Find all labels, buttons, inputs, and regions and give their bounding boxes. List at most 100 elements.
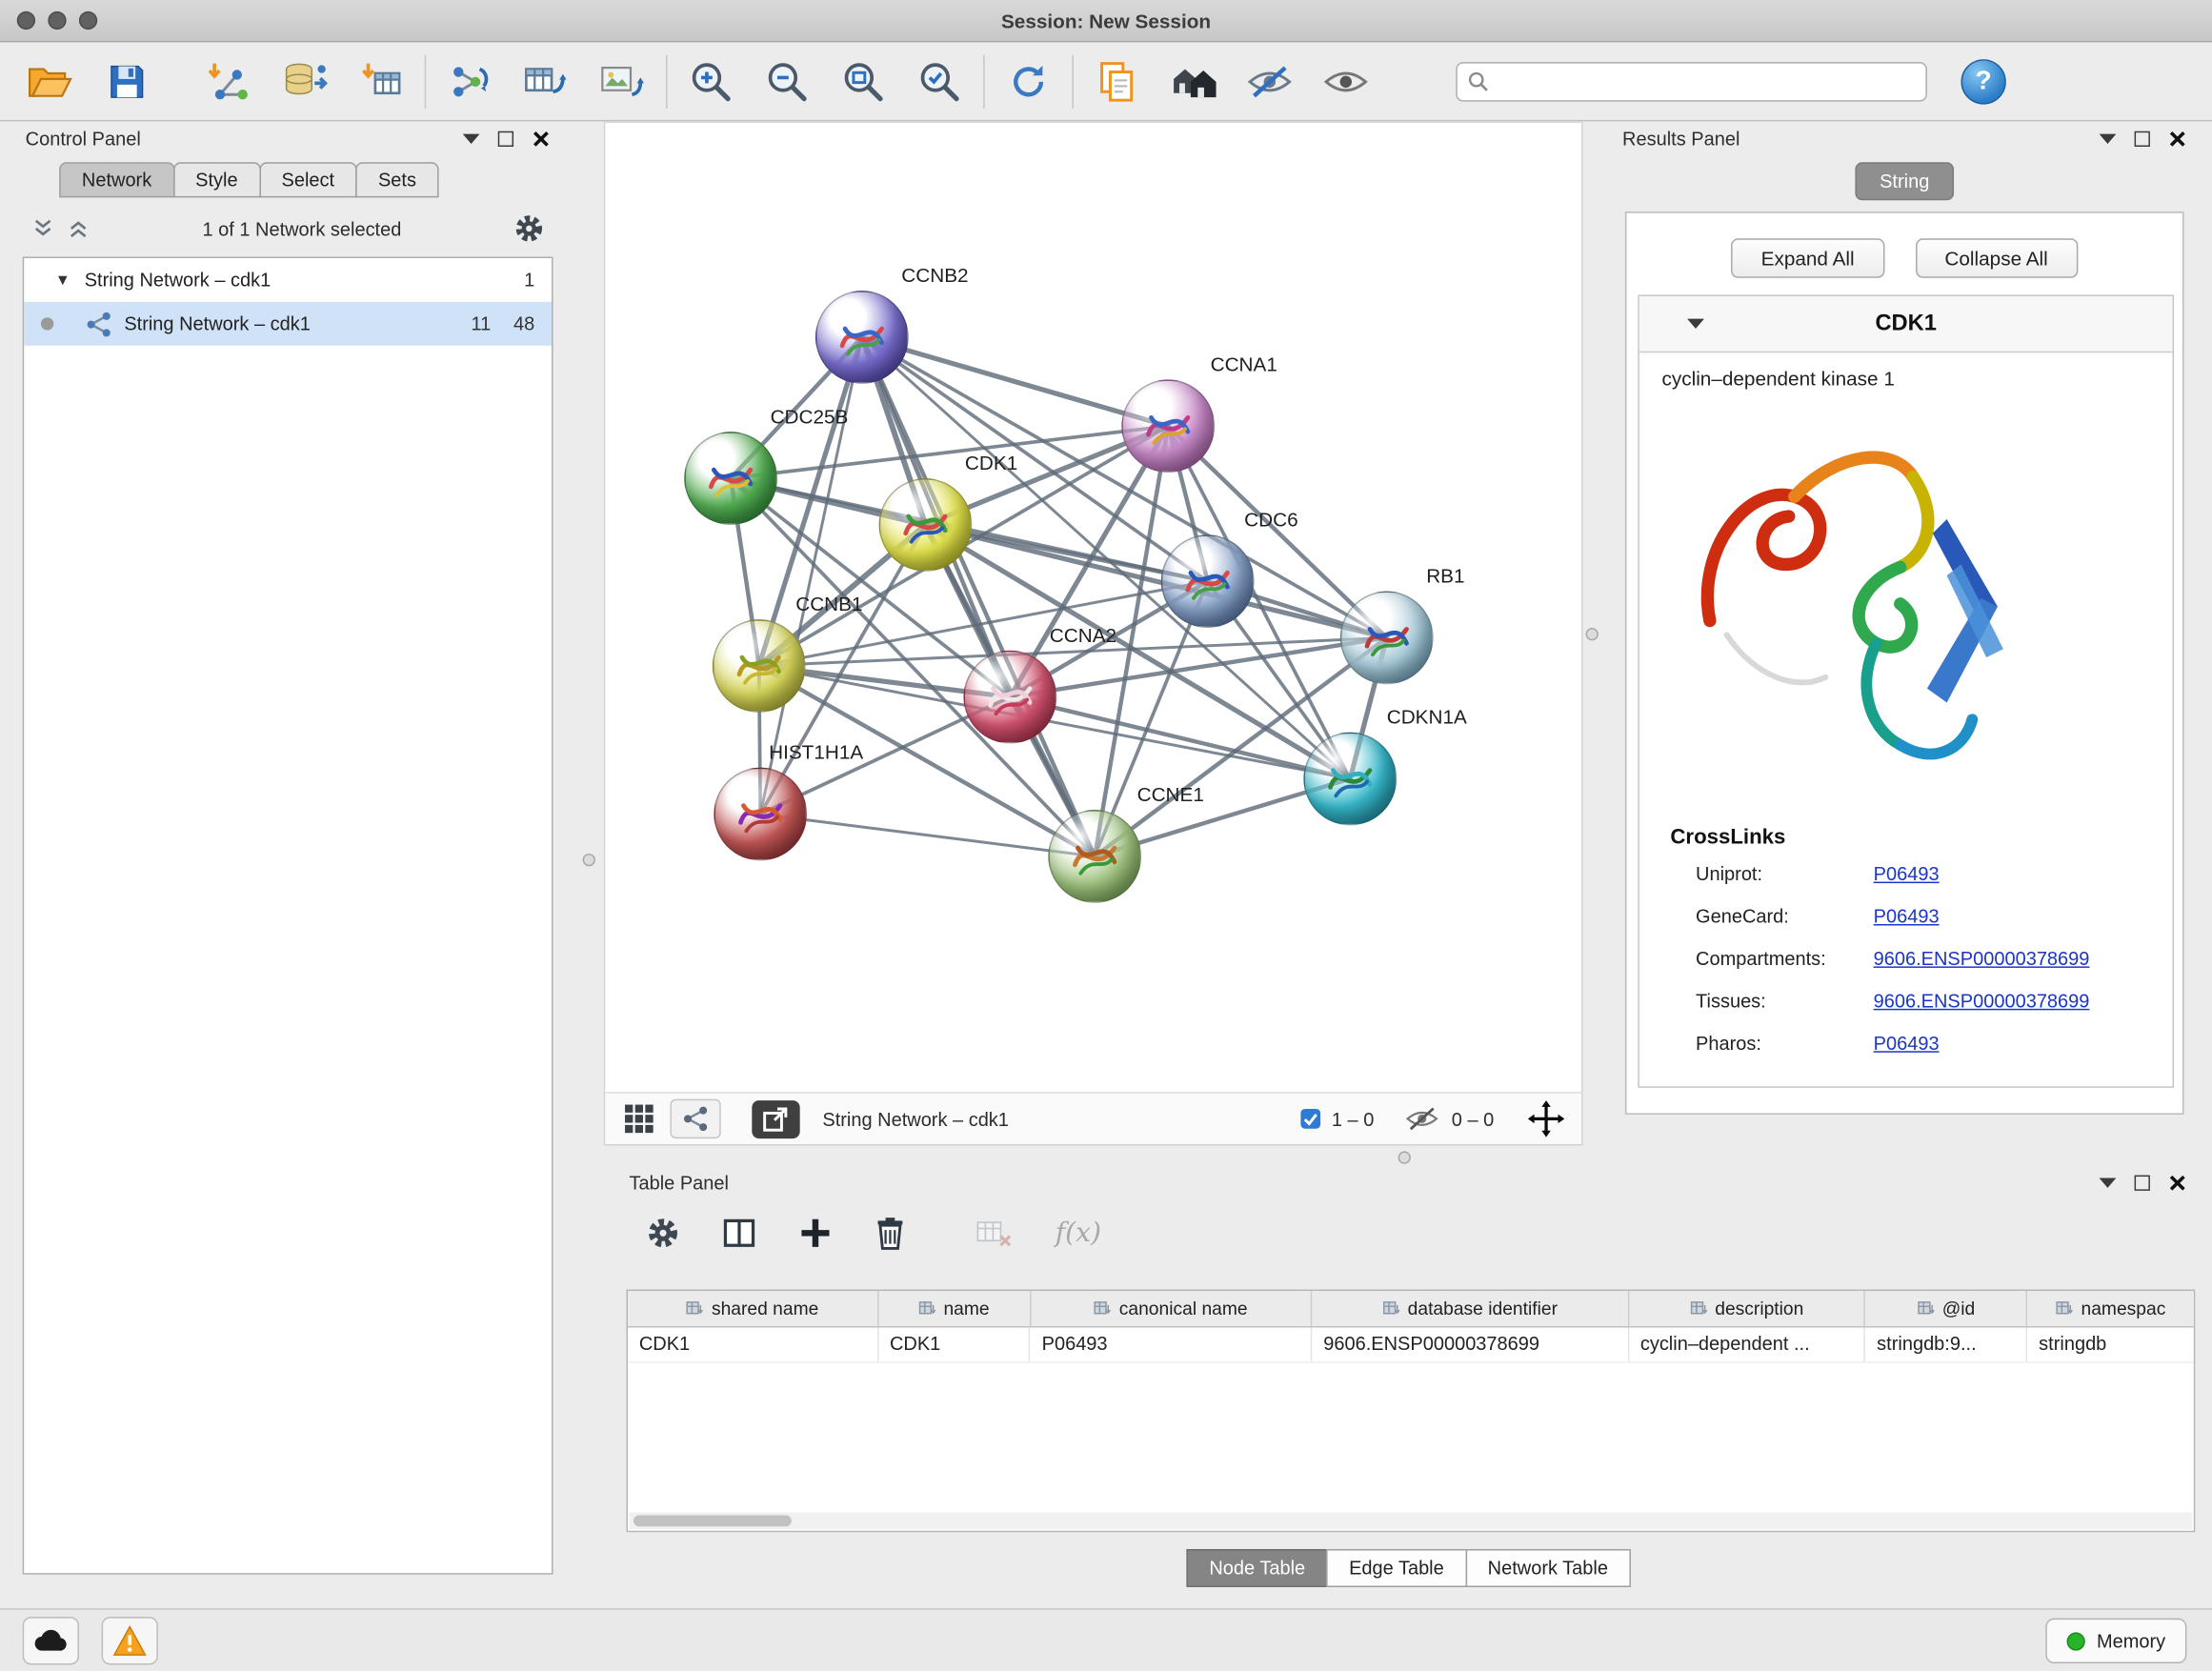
network-collection-row[interactable]: ▼ String Network – cdk1 1 [24, 258, 552, 302]
network-node-ccnb1[interactable] [713, 619, 806, 713]
horizontal-splitter-handle[interactable] [1398, 1151, 1411, 1163]
cloud-status-button[interactable] [23, 1617, 79, 1664]
refresh-view-button[interactable] [997, 50, 1059, 112]
zoom-selected-button[interactable] [909, 50, 971, 112]
pan-crosshair-icon[interactable] [1528, 1100, 1565, 1137]
expander-icon[interactable]: ▼ [55, 272, 70, 289]
show-columns-icon[interactable] [722, 1218, 756, 1249]
column-header[interactable]: shared name [628, 1291, 878, 1326]
zoom-in-button[interactable] [680, 50, 742, 112]
birds-eye-grid-icon[interactable] [622, 1102, 656, 1137]
panel-float-icon[interactable] [2135, 1175, 2150, 1190]
tab-string-results[interactable]: String [1856, 162, 1954, 200]
export-table-button[interactable] [515, 50, 577, 112]
copy-document-button[interactable] [1086, 50, 1148, 112]
column-header[interactable]: name [878, 1291, 1031, 1326]
table-row[interactable]: CDK1 CDK1 P06493 9606.ENSP00000378699 cy… [628, 1328, 2194, 1363]
table-horizontal-scrollbar[interactable] [629, 1513, 2192, 1530]
network-node-cdkn1a[interactable] [1303, 733, 1397, 826]
open-session-button[interactable] [20, 50, 82, 112]
collapse-all-button[interactable]: Collapse All [1915, 238, 2078, 277]
import-network-from-file-button[interactable] [197, 50, 259, 112]
cell-namespace[interactable]: stringdb [2027, 1328, 2193, 1362]
export-image-button[interactable] [591, 50, 653, 112]
network-node-ccnb2[interactable] [815, 291, 909, 384]
network-node-cdc6[interactable] [1161, 534, 1255, 628]
panel-collapse-icon[interactable] [463, 133, 480, 143]
vertical-splitter-handle[interactable] [583, 854, 595, 866]
table-gear-icon[interactable] [646, 1217, 680, 1251]
panel-collapse-icon[interactable] [2100, 133, 2117, 143]
expand-all-button[interactable]: Expand All [1732, 238, 1884, 277]
cell-shared-name[interactable]: CDK1 [628, 1328, 878, 1362]
network-node-hist1h1a[interactable] [714, 768, 807, 861]
network-node-rb1[interactable] [1340, 591, 1434, 684]
traffic-light-buttons[interactable] [17, 11, 97, 30]
tab-node-table[interactable]: Node Table [1187, 1549, 1328, 1587]
expand-all-tree-icon[interactable] [31, 217, 55, 240]
panel-float-icon[interactable] [498, 131, 513, 146]
network-canvas[interactable]: CCNB2CCNA1CDC25BCDK1CDC6RB1CCNB1CCNA2CDK… [605, 123, 1581, 1092]
import-table-from-file-button[interactable] [350, 50, 412, 112]
crosslink-genecard[interactable]: P06493 [1874, 906, 1940, 935]
show-elements-button[interactable] [1315, 50, 1377, 112]
new-network-button[interactable] [439, 50, 501, 112]
crosslink-compartments[interactable]: 9606.ENSP00000378699 [1874, 948, 2090, 976]
scrollbar-thumb[interactable] [633, 1515, 792, 1526]
warnings-button[interactable] [102, 1617, 158, 1664]
cell-database-identifier[interactable]: 9606.ENSP00000378699 [1312, 1328, 1629, 1362]
search-input[interactable] [1498, 70, 1916, 91]
minimize-window-icon[interactable] [48, 11, 66, 30]
open-in-external-button[interactable] [752, 1099, 799, 1137]
gear-icon[interactable] [513, 213, 545, 245]
tab-style[interactable]: Style [172, 162, 260, 197]
panel-close-icon[interactable] [2168, 130, 2186, 148]
zoom-fit-button[interactable] [833, 50, 895, 112]
cell-name[interactable]: CDK1 [878, 1328, 1031, 1362]
string-home-button[interactable] [1162, 50, 1224, 112]
tab-network-table[interactable]: Network Table [1465, 1549, 1631, 1587]
panel-close-icon[interactable] [532, 130, 550, 148]
column-header[interactable]: description [1629, 1291, 1865, 1326]
panel-collapse-icon[interactable] [2100, 1178, 2117, 1187]
cell-description[interactable]: cyclin–dependent ... [1629, 1328, 1865, 1362]
network-edges[interactable] [605, 123, 1581, 1092]
help-button[interactable]: ? [1961, 58, 2005, 103]
column-header[interactable]: database identifier [1312, 1291, 1629, 1326]
column-header[interactable]: canonical name [1031, 1291, 1313, 1326]
delete-column-icon[interactable] [875, 1217, 906, 1251]
tab-network[interactable]: Network [59, 162, 174, 197]
add-column-icon[interactable] [798, 1217, 833, 1251]
crosslink-uniprot[interactable]: P06493 [1874, 863, 1940, 892]
selected-checkbox-icon[interactable] [1299, 1108, 1322, 1131]
close-window-icon[interactable] [17, 11, 35, 30]
search-box[interactable] [1456, 61, 1927, 100]
network-node-cdk1[interactable] [879, 478, 973, 572]
import-network-from-database-button[interactable] [273, 50, 335, 112]
panel-close-icon[interactable] [2168, 1173, 2186, 1191]
column-header[interactable]: @id [1865, 1291, 2027, 1326]
memory-button[interactable]: Memory [2046, 1619, 2187, 1663]
crosslink-tissues[interactable]: 9606.ENSP00000378699 [1874, 991, 2090, 1019]
tab-select[interactable]: Select [259, 162, 357, 197]
cell-canonical-name[interactable]: P06493 [1031, 1328, 1313, 1362]
tab-sets[interactable]: Sets [355, 162, 438, 197]
tab-edge-table[interactable]: Edge Table [1326, 1549, 1466, 1587]
column-header[interactable]: namespac [2027, 1291, 2193, 1326]
hidden-eye-slash-icon[interactable] [1402, 1103, 1441, 1135]
zoom-window-icon[interactable] [79, 11, 97, 30]
zoom-out-button[interactable] [756, 50, 818, 112]
vertical-splitter-handle[interactable] [1586, 628, 1599, 640]
panel-float-icon[interactable] [2135, 131, 2150, 146]
card-collapse-icon[interactable] [1687, 319, 1704, 329]
network-node-cdc25b[interactable] [684, 432, 777, 525]
cell-id[interactable]: stringdb:9... [1865, 1328, 2027, 1362]
hide-elements-button[interactable] [1238, 50, 1300, 112]
network-row[interactable]: String Network – cdk1 11 48 [24, 302, 552, 346]
crosslink-pharos[interactable]: P06493 [1874, 1033, 1940, 1061]
network-node-ccne1[interactable] [1048, 810, 1141, 903]
save-session-button[interactable] [96, 50, 158, 112]
network-type-button[interactable] [670, 1099, 720, 1138]
collapse-all-tree-icon[interactable] [67, 217, 90, 240]
network-node-ccna2[interactable] [963, 651, 1056, 744]
